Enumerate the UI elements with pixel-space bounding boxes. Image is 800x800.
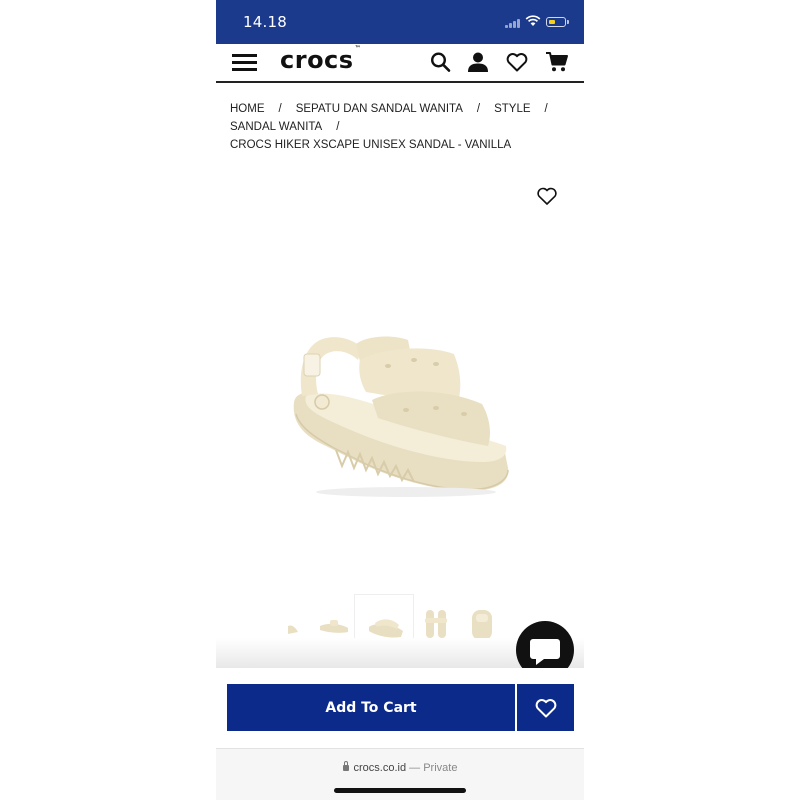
breadcrumb-separator: / [336,121,340,133]
site-header: crocs™ [216,44,584,83]
battery-icon [546,17,566,27]
breadcrumb-separator: / [278,103,282,115]
home-indicator[interactable] [334,788,466,793]
breadcrumb-separator: / [544,103,548,115]
url-domain: crocs.co.id [353,762,407,774]
wifi-icon [525,15,541,26]
breadcrumb-current: CROCS HIKER XSCAPE UNISEX SANDAL - VANIL… [230,139,512,151]
product-image[interactable] [286,330,516,500]
add-to-cart-button[interactable]: Add To Cart [227,684,515,731]
account-icon[interactable] [466,51,490,73]
signal-icon [505,18,521,28]
status-bar: 14.18 [216,0,584,44]
phone-screen: 14.18 crocs™ HOME / SEPATU DAN SANDAL WA… [216,0,584,800]
action-bar: Add To Cart [216,668,584,748]
wishlist-heart-icon[interactable] [505,51,529,73]
status-time: 14.18 [243,13,287,31]
url-separator: — [409,762,421,774]
add-to-wishlist-button[interactable] [516,684,574,731]
search-icon[interactable] [429,51,453,73]
breadcrumb: HOME / SEPATU DAN SANDAL WANITA / STYLE / SAN… [230,100,570,154]
cart-icon[interactable] [545,51,569,73]
menu-icon[interactable] [232,52,258,72]
heart-icon [535,698,556,717]
breadcrumb-home[interactable]: HOME [230,103,265,115]
product-wishlist-icon[interactable] [536,186,558,206]
breadcrumb-separator: / [476,103,481,115]
lock-icon [342,761,349,771]
url-display[interactable]: crocs.co.id — Private [216,761,584,774]
private-mode-label: Private [423,762,458,774]
breadcrumb-style[interactable]: STYLE [494,103,530,115]
breadcrumb-women-sandals[interactable]: SANDAL WANITA [230,121,322,133]
breadcrumb-women-shoes[interactable]: SEPATU DAN SANDAL WANITA [296,103,463,115]
browser-bar: crocs.co.id — Private [216,748,584,800]
crocs-logo[interactable]: crocs™ [280,45,361,74]
